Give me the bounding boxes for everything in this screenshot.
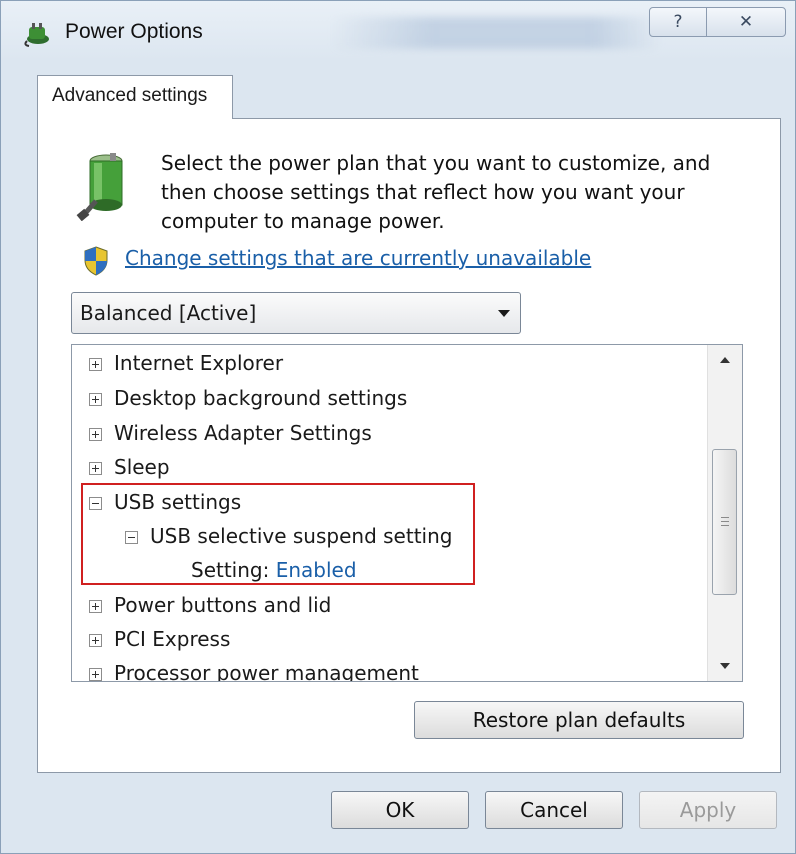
tree-vertical-scrollbar[interactable] — [707, 345, 742, 681]
scroll-up-button[interactable] — [708, 345, 742, 375]
expand-plus-icon[interactable] — [89, 634, 102, 647]
restore-plan-defaults-button[interactable]: Restore plan defaults — [414, 701, 744, 739]
battery-plug-icon — [76, 153, 123, 221]
change-unavailable-settings-link[interactable]: Change settings that are currently unava… — [125, 246, 591, 270]
tree-item[interactable]: Power buttons and lid — [89, 588, 331, 622]
help-button[interactable]: ? — [649, 7, 707, 37]
expand-plus-icon[interactable] — [89, 393, 102, 406]
apply-button[interactable]: Apply — [639, 791, 777, 829]
power-plan-dropdown[interactable]: Balanced [Active] — [71, 292, 521, 334]
arrow-down-icon — [720, 663, 730, 669]
tree-item[interactable]: Processor power management — [89, 656, 419, 681]
ok-button[interactable]: OK — [331, 791, 469, 829]
expand-plus-icon[interactable] — [89, 668, 102, 681]
grip-line — [721, 517, 729, 518]
tree-item[interactable]: Desktop background settings — [89, 381, 407, 415]
close-button[interactable]: ✕ — [706, 7, 786, 37]
uac-shield-icon — [84, 246, 108, 276]
expand-plus-icon[interactable] — [89, 428, 102, 441]
tree-item-label: Power buttons and lid — [114, 593, 332, 617]
power-options-app-icon — [24, 23, 49, 47]
grip-line — [721, 525, 729, 526]
tree-item[interactable]: PCI Express — [89, 622, 230, 656]
tree-clip: Processor power management — [72, 656, 706, 681]
tree-item-label: Desktop background settings — [114, 386, 408, 410]
expand-plus-icon[interactable] — [89, 358, 102, 371]
arrow-up-icon — [720, 357, 730, 363]
cancel-button[interactable]: Cancel — [485, 791, 623, 829]
close-icon: ✕ — [738, 12, 754, 32]
tree-item[interactable]: Internet Explorer — [89, 346, 283, 380]
grip-line — [721, 521, 729, 522]
power-plan-selected-value: Balanced [Active] — [80, 301, 257, 325]
description-text: Select the power plan that you want to c… — [161, 151, 711, 233]
chevron-down-icon — [498, 310, 510, 317]
tree-item[interactable]: Sleep — [89, 450, 170, 484]
tree-item-label: Processor power management — [114, 661, 419, 681]
usb-settings-highlight-box — [81, 483, 475, 585]
tree-item-label: Internet Explorer — [114, 351, 284, 375]
power-options-window: Power Options ? ✕ Advanced settings Sele… — [0, 0, 796, 854]
tree-item-label: Wireless Adapter Settings — [114, 421, 372, 445]
expand-plus-icon[interactable] — [89, 462, 102, 475]
tab-advanced-settings[interactable]: Advanced settings — [37, 75, 233, 119]
scroll-down-button[interactable] — [708, 651, 742, 681]
tree-item[interactable]: Wireless Adapter Settings — [89, 416, 372, 450]
help-icon: ? — [673, 12, 683, 32]
background-window-title-blur — [331, 17, 661, 49]
window-title: Power Options — [65, 20, 203, 43]
tree-item-label: Sleep — [114, 455, 170, 479]
title-bar[interactable]: Power Options ? ✕ — [1, 1, 795, 61]
tree-item-label: PCI Express — [114, 627, 231, 651]
expand-plus-icon[interactable] — [89, 600, 102, 613]
scrollbar-thumb[interactable] — [712, 449, 737, 595]
